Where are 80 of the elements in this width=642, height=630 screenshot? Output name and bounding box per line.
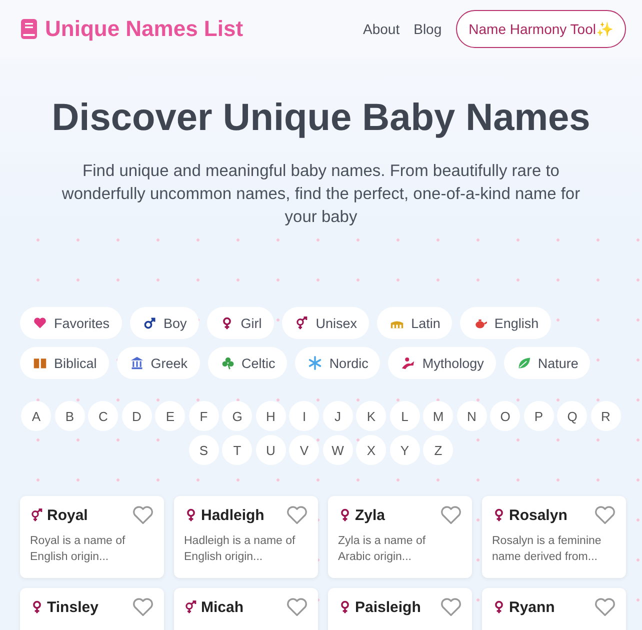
name-description: Royal is a name of English origin... [30, 534, 126, 565]
name-card[interactable]: Rosalyn Rosalyn is a feminine name derived from... [482, 496, 626, 578]
letter-button[interactable]: M [423, 401, 454, 431]
temple-icon [130, 356, 144, 370]
name-card[interactable]: Hadleigh Hadleigh is a name of English origin... [174, 496, 318, 578]
page-title: Discover Unique Baby Names [50, 97, 592, 140]
filter-chip[interactable]: Mythology [388, 347, 496, 379]
heart-icon[interactable] [286, 505, 308, 525]
heart-icon [33, 316, 47, 330]
unisex-icon [294, 316, 309, 330]
letter-button[interactable]: D [122, 401, 152, 431]
name-card[interactable]: Zyla Zyla is a name of Arabic origin... [328, 496, 472, 578]
letter-button[interactable]: U [256, 435, 286, 465]
baby-name: Tinsley [47, 598, 100, 616]
letter-button[interactable]: Z [423, 435, 454, 465]
letter-button[interactable]: J [322, 401, 353, 431]
baby-name: Paisleigh [355, 598, 422, 616]
filter-chip[interactable]: Girl [206, 307, 274, 339]
letter-button[interactable]: B [54, 401, 85, 431]
filter-chip[interactable]: Favorites [20, 307, 122, 339]
intro-text: Find unique and meaningful baby names. From beautifully rare to wonderfully uncommon names, find the perfect, one-of-a-kind name for your baby [60, 161, 582, 228]
baby-name: Rosalyn [509, 506, 568, 524]
letter-button[interactable]: V [289, 435, 320, 465]
name-card[interactable]: Royal Royal is a name of English origin... [20, 496, 164, 578]
name-card[interactable]: Paisleigh [328, 588, 472, 630]
heart-icon[interactable] [440, 597, 462, 617]
name-description: Zyla is a name of Arabic origin... [338, 534, 427, 565]
letter-button[interactable]: C [88, 401, 118, 431]
name-card[interactable]: Tinsley [20, 588, 164, 630]
nav-link[interactable]: Blog [414, 20, 442, 36]
nav-link[interactable]: About [363, 20, 400, 36]
snowflake-icon [308, 356, 322, 370]
shamrock-icon [220, 356, 235, 370]
letter-button[interactable]: A [21, 401, 52, 431]
heart-icon[interactable] [286, 597, 308, 617]
letter-button[interactable]: T [222, 435, 252, 465]
heart-icon[interactable] [594, 597, 616, 617]
filter-chip[interactable]: Unisex [282, 307, 370, 339]
boy-icon [142, 316, 157, 330]
filter-chip[interactable]: Latin [377, 307, 452, 339]
letter-button[interactable]: N [456, 401, 487, 431]
baby-name: Royal [47, 506, 89, 524]
letter-button[interactable]: Y [390, 435, 420, 465]
baby-name: Zyla [355, 506, 386, 524]
name-card[interactable]: Micah [174, 588, 318, 630]
letter-button[interactable]: X [356, 435, 386, 465]
heart-icon[interactable] [132, 597, 154, 617]
tool-button[interactable]: Name Harmony Tool✨ [456, 10, 626, 48]
baby-name: Ryann [509, 598, 556, 616]
heart-icon[interactable] [132, 505, 154, 525]
filter-chip[interactable]: Biblical [20, 347, 109, 379]
letter-button[interactable]: P [524, 401, 554, 431]
book-icon [33, 356, 47, 370]
heart-icon[interactable] [440, 505, 462, 525]
filter-chip[interactable]: Celtic [208, 347, 288, 379]
name-card[interactable]: Ryann [482, 588, 626, 630]
filter-chip[interactable]: Greek [116, 347, 200, 379]
letter-button[interactable]: W [322, 435, 353, 465]
filter-chip[interactable]: Nature [504, 347, 590, 379]
letter-button[interactable]: G [222, 401, 252, 431]
letter-button[interactable]: L [390, 401, 420, 431]
letter-button[interactable]: O [490, 401, 520, 431]
baby-name: Micah [201, 598, 245, 616]
letter-button[interactable]: H [256, 401, 286, 431]
leaf-icon [516, 356, 531, 370]
name-description: Rosalyn is a feminine name derived from... [492, 534, 602, 565]
letter-button[interactable]: K [356, 401, 386, 431]
filter-chip[interactable]: English [460, 307, 551, 339]
filter-chip[interactable]: Boy [130, 307, 199, 339]
letter-button[interactable]: S [188, 435, 219, 465]
letter-button[interactable]: R [590, 401, 621, 431]
letter-button[interactable]: I [289, 401, 320, 431]
filter-chip[interactable]: Nordic [295, 347, 380, 379]
letter-button[interactable]: Q [557, 401, 588, 431]
letter-button[interactable]: F [188, 401, 219, 431]
book-icon [21, 18, 37, 38]
baby-name: Hadleigh [201, 506, 266, 524]
letter-button[interactable]: E [155, 401, 186, 431]
name-description: Hadleigh is a name of English origin... [184, 534, 296, 565]
heart-icon[interactable] [594, 505, 616, 525]
